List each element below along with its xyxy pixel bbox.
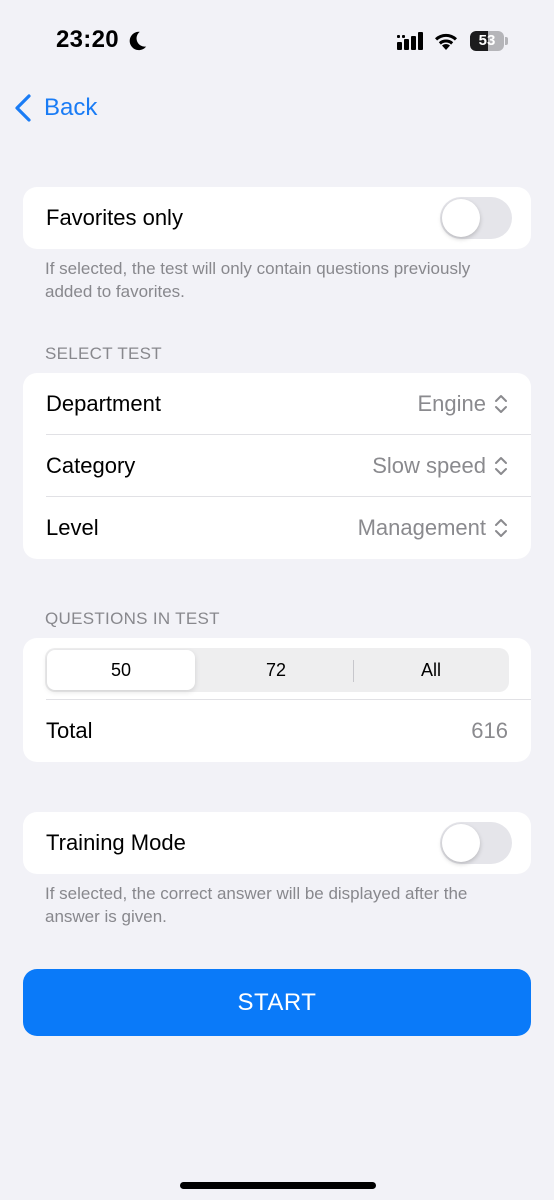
department-value: Engine — [417, 391, 486, 416]
segment-50[interactable]: 50 — [47, 650, 195, 690]
department-row[interactable]: Department Engine — [23, 373, 531, 435]
category-picker[interactable]: Slow speed — [372, 453, 508, 479]
segment-72[interactable]: 72 — [199, 650, 353, 690]
start-button[interactable]: START — [23, 969, 531, 1036]
battery-level: 53 — [478, 32, 496, 49]
chevron-up-down-icon — [495, 395, 507, 413]
home-indicator — [180, 1182, 376, 1189]
status-bar: 23:20 53 — [0, 0, 554, 84]
favorites-footnote: If selected, the test will only contain … — [45, 259, 471, 301]
department-label: Department — [46, 391, 161, 416]
battery-icon: 53 — [470, 31, 508, 51]
total-value: 616 — [471, 718, 508, 743]
favorites-row: Favorites only — [23, 187, 531, 249]
segment-divider — [353, 660, 354, 682]
training-label: Training Mode — [46, 830, 186, 855]
total-label: Total — [46, 718, 93, 743]
level-label: Level — [46, 515, 99, 540]
back-label: Back — [44, 94, 98, 121]
training-footnote: If selected, the correct answer will be … — [45, 884, 468, 926]
select-test-header: SELECT TEST — [45, 344, 162, 363]
back-button[interactable]: Back — [12, 88, 97, 128]
category-row[interactable]: Category Slow speed — [23, 435, 531, 497]
training-toggle[interactable] — [440, 822, 512, 864]
level-row[interactable]: Level Management — [23, 497, 531, 559]
favorites-card: Favorites only — [23, 187, 531, 249]
training-card: Training Mode — [23, 812, 531, 874]
category-label: Category — [46, 453, 136, 478]
chevron-up-down-icon — [495, 457, 507, 475]
select-test-card: Department Engine Category Slow speed Le… — [23, 373, 531, 559]
total-row: Total 616 — [23, 700, 531, 762]
favorites-label: Favorites only — [46, 205, 183, 230]
level-picker[interactable]: Management — [358, 515, 508, 541]
questions-card: 50 72 All Total 616 — [23, 638, 531, 762]
training-row: Training Mode — [23, 812, 531, 874]
cellular-signal-icon — [397, 32, 423, 50]
wifi-icon — [435, 33, 457, 50]
status-time: 23:20 — [56, 26, 119, 53]
segment-all[interactable]: All — [355, 650, 507, 690]
segment-row: 50 72 All — [23, 638, 531, 700]
department-picker[interactable]: Engine — [417, 391, 508, 417]
category-value: Slow speed — [372, 453, 486, 478]
favorites-toggle[interactable] — [440, 197, 512, 239]
chevron-left-icon — [15, 94, 31, 122]
chevron-up-down-icon — [495, 519, 507, 537]
moon-icon — [129, 31, 147, 51]
questions-header: QUESTIONS IN TEST — [45, 609, 220, 628]
level-value: Management — [357, 515, 486, 540]
question-count-segmented-control: 50 72 All — [45, 648, 509, 692]
toggle-knob — [442, 824, 480, 862]
toggle-knob — [442, 199, 480, 237]
